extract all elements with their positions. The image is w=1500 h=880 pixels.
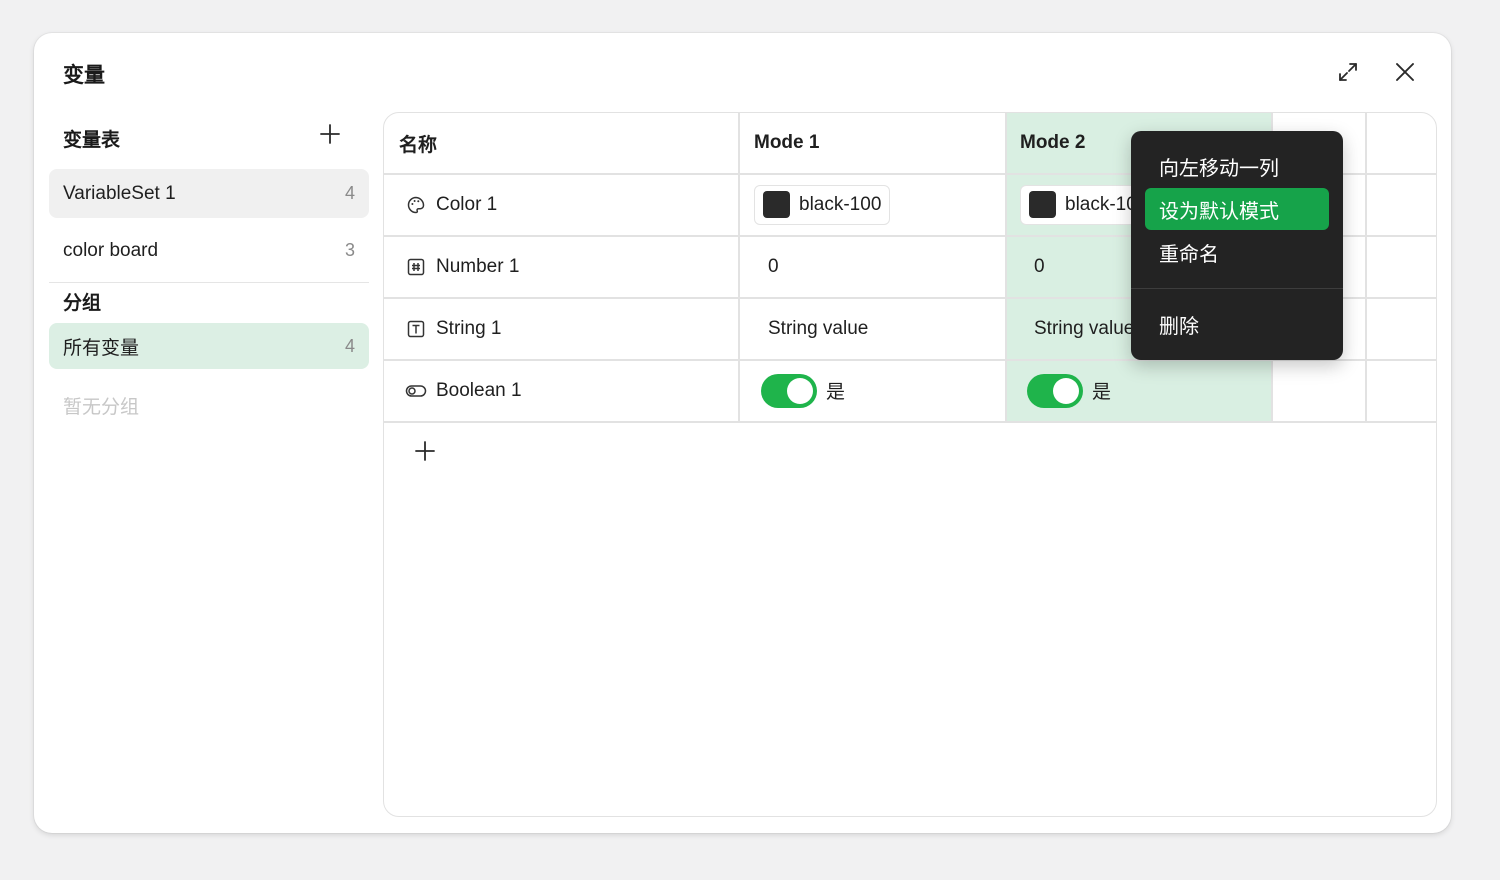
- column-header-mode-2[interactable]: Mode 2: [1020, 113, 1085, 173]
- column-divider: [1365, 113, 1367, 421]
- variable-name: Boolean 1: [436, 379, 522, 401]
- variable-sets-heading: 变量表: [63, 130, 121, 151]
- menu-item-move-left[interactable]: 向左移动一列: [1145, 145, 1329, 187]
- column-context-menu: 向左移动一列 设为默认模式 重命名 删除: [1131, 131, 1343, 360]
- variable-name: Color 1: [436, 193, 498, 215]
- close-button[interactable]: [1390, 57, 1420, 87]
- sidebar-item-label: color board: [63, 239, 159, 261]
- sidebar-item-count: 3: [344, 240, 355, 260]
- sidebar-item-label: 所有变量: [63, 337, 140, 359]
- sidebar-item-count: 4: [344, 335, 355, 356]
- toggle-icon: [405, 380, 427, 402]
- variable-name: Number 1: [436, 255, 520, 277]
- boolean-toggle[interactable]: [1027, 373, 1083, 408]
- text-icon: [405, 318, 427, 340]
- plus-icon: [414, 440, 436, 467]
- plus-icon: [319, 123, 341, 150]
- string-value-cell[interactable]: String value: [1034, 298, 1134, 359]
- table-row-name[interactable]: Number 1: [405, 236, 519, 297]
- palette-icon: [405, 194, 427, 216]
- groups-heading: 分组: [63, 293, 102, 314]
- expand-button[interactable]: [1333, 57, 1363, 87]
- empty-groups-text: 暂无分组: [63, 397, 140, 418]
- column-header-mode-1[interactable]: Mode 1: [754, 113, 819, 173]
- column-divider: [1005, 113, 1007, 421]
- close-icon: [1393, 60, 1417, 84]
- menu-item-set-default-mode[interactable]: 设为默认模式: [1145, 188, 1329, 230]
- sidebar-item-all-variables[interactable]: 所有变量 4: [49, 323, 369, 369]
- color-value-cell[interactable]: black-100: [754, 174, 891, 235]
- table-row-name[interactable]: String 1: [405, 298, 501, 359]
- color-chip[interactable]: black-100: [754, 184, 891, 225]
- boolean-label: 是: [826, 382, 846, 403]
- color-swatch: [1029, 191, 1056, 218]
- sidebar-item-color-board[interactable]: color board 3: [49, 226, 369, 275]
- boolean-toggle[interactable]: [761, 373, 817, 408]
- hash-icon: [405, 256, 427, 278]
- row-divider: [384, 421, 1436, 423]
- color-value: black-100: [799, 193, 882, 215]
- variable-name: String 1: [436, 317, 502, 339]
- sidebar-item-label: VariableSet 1: [63, 182, 176, 204]
- boolean-label: 是: [1092, 382, 1112, 403]
- column-divider: [738, 113, 740, 421]
- sidebar-item-count: 4: [344, 183, 355, 203]
- add-variable-set-button[interactable]: [317, 123, 343, 149]
- column-header-name: 名称: [399, 134, 438, 156]
- number-value-cell[interactable]: 0: [1034, 236, 1045, 297]
- expand-icon: [1336, 60, 1360, 84]
- add-variable-button[interactable]: [410, 438, 440, 468]
- color-swatch: [763, 191, 790, 218]
- table-row-name[interactable]: Color 1: [405, 174, 497, 235]
- menu-item-rename[interactable]: 重命名: [1145, 231, 1329, 273]
- boolean-value-cell[interactable]: 是: [1027, 360, 1111, 421]
- boolean-value-cell[interactable]: 是: [761, 360, 845, 421]
- menu-item-delete[interactable]: 删除: [1145, 303, 1329, 345]
- sidebar-item-variableset-1[interactable]: VariableSet 1 4: [49, 169, 369, 218]
- table-row-name[interactable]: Boolean 1: [405, 360, 522, 421]
- sidebar-divider: [49, 282, 369, 283]
- number-value-cell[interactable]: 0: [768, 236, 779, 297]
- dialog-title: 变量: [63, 64, 105, 87]
- menu-divider: [1131, 288, 1343, 289]
- string-value-cell[interactable]: String value: [768, 298, 868, 359]
